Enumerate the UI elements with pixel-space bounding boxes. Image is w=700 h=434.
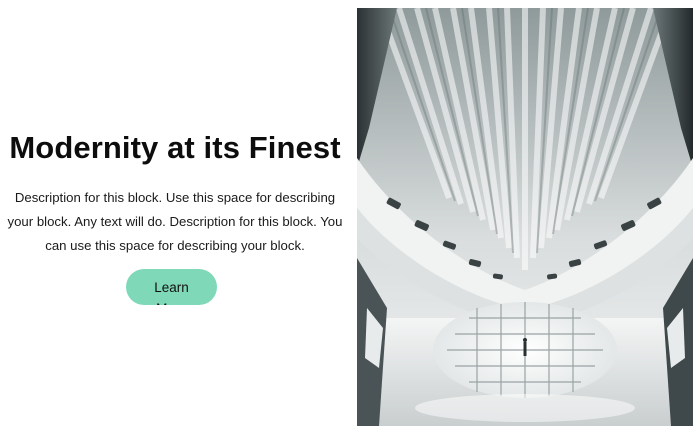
learn-more-button[interactable]: Learn More — [126, 269, 217, 305]
hero-image — [357, 8, 693, 426]
architecture-photo-illustration — [357, 8, 693, 426]
hero-title: Modernity at its Finest — [9, 130, 341, 165]
hero-description: Description for this block. Use this spa… — [7, 190, 343, 253]
hero-text-column: Modernity at its Finest Description for … — [0, 0, 350, 434]
